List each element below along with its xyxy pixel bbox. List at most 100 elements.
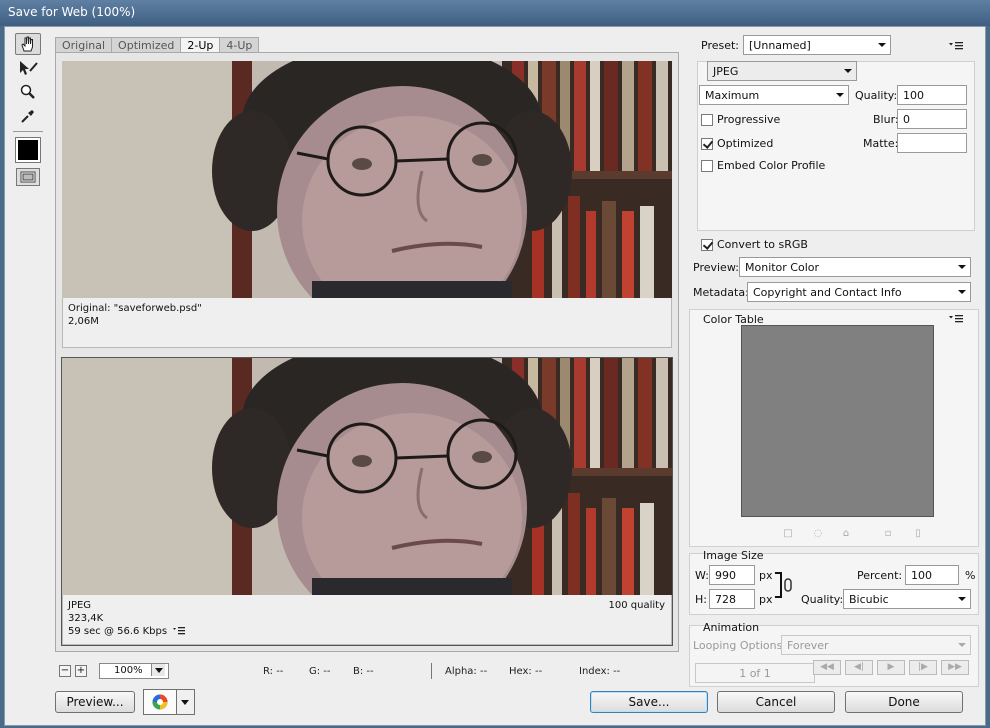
tab-optimized[interactable]: Optimized	[111, 37, 182, 52]
resample-quality-dropdown[interactable]: Bicubic	[843, 589, 971, 609]
looping-options-dropdown[interactable]: Forever	[781, 635, 971, 655]
preview-button[interactable]: Preview...	[55, 691, 135, 713]
browser-select-dropdown[interactable]	[177, 689, 195, 715]
preview-label: Preview:	[693, 261, 739, 274]
format-dropdown[interactable]: JPEG	[707, 61, 857, 81]
quality-label: Quality:	[855, 89, 898, 102]
download-speed-menu-icon[interactable]	[173, 627, 186, 635]
play-button[interactable]: ▶	[877, 660, 905, 675]
width-field[interactable]: 990	[709, 565, 755, 585]
portrait-photo	[62, 61, 672, 298]
quality-value: 100	[903, 89, 924, 102]
embed-color-profile-checkbox[interactable]: Embed Color Profile	[701, 159, 825, 172]
zoom-level-value: 100%	[114, 665, 143, 676]
tab-4-up[interactable]: 4-Up	[219, 37, 260, 52]
height-field[interactable]: 728	[709, 589, 755, 609]
save-for-web-dialog: Original Optimized 2-Up 4-Up Original: "…	[4, 26, 986, 726]
looping-options-label: Looping Options:	[693, 639, 787, 652]
optimized-image-preview[interactable]	[62, 358, 672, 595]
embed-color-profile-checkbox-box[interactable]	[701, 159, 713, 172]
toggle-slices-visibility-button[interactable]	[16, 168, 40, 186]
height-label: H:	[695, 593, 707, 606]
optimized-checkbox[interactable]: Optimized	[701, 137, 773, 150]
blur-field[interactable]: 0	[897, 109, 967, 129]
preview-color-value: Monitor Color	[745, 261, 820, 274]
color-table-swatches[interactable]	[741, 325, 934, 517]
percent-value: 100	[911, 569, 932, 582]
width-unit: px	[759, 569, 773, 582]
preview-in-browser-button[interactable]	[143, 689, 177, 715]
new-color-icon[interactable]: ▫	[883, 529, 893, 539]
readout-g: G: --	[309, 666, 331, 677]
frame-counter-value: 1 of 1	[739, 667, 771, 680]
preset-dropdown[interactable]: [Unnamed]	[743, 35, 891, 55]
optimized-quality: 100 quality	[608, 600, 665, 611]
metadata-dropdown[interactable]: Copyright and Contact Info	[747, 282, 971, 302]
cancel-button[interactable]: Cancel	[717, 691, 835, 713]
height-value: 728	[715, 593, 736, 606]
matte-dropdown[interactable]	[897, 133, 967, 153]
slice-select-tool[interactable]	[15, 57, 41, 79]
zoom-out-button[interactable]: −	[59, 665, 71, 677]
trash-icon[interactable]: ▯	[913, 529, 923, 539]
resample-quality-label: Quality:	[801, 593, 844, 606]
web-snap-icon[interactable]: ◌	[813, 529, 823, 539]
convert-to-srgb-checkbox-box[interactable]	[701, 238, 713, 251]
convert-to-srgb-checkbox[interactable]: Convert to sRGB	[701, 238, 808, 251]
zoom-level-dropdown[interactable]	[151, 664, 165, 676]
slice-select-tool-icon	[20, 61, 38, 75]
optimized-preview-pane[interactable]: JPEG 323,4K 59 sec @ 56.6 Kbps 100 quali…	[61, 357, 673, 646]
percent-label: Percent:	[857, 569, 903, 582]
previous-frame-button[interactable]: ◀|	[845, 660, 873, 675]
percent-unit: %	[965, 569, 976, 582]
blur-value: 0	[903, 113, 910, 126]
tab-original[interactable]: Original	[55, 37, 113, 52]
optimize-menu-icon[interactable]	[949, 42, 963, 50]
progressive-checkbox-box[interactable]	[701, 113, 713, 126]
chevron-down-icon	[958, 643, 966, 647]
metadata-label: Metadata:	[693, 286, 749, 299]
original-filename: Original: "saveforweb.psd"	[68, 303, 202, 314]
lock-color-icon[interactable]: ⌂	[841, 529, 851, 539]
quality-preset-dropdown[interactable]: Maximum	[699, 85, 849, 105]
first-frame-button[interactable]: ◀◀	[813, 660, 841, 675]
window-title: Save for Web (100%)	[8, 5, 136, 19]
chevron-down-icon	[958, 265, 966, 269]
chevron-down-icon	[844, 69, 852, 73]
original-preview-pane[interactable]: Original: "saveforweb.psd" 2,06M	[62, 61, 672, 348]
percent-field[interactable]: 100	[905, 565, 959, 585]
zoom-tool-icon	[20, 84, 35, 99]
optimized-checkbox-box[interactable]	[701, 137, 713, 150]
tab-2-up[interactable]: 2-Up	[180, 37, 221, 53]
eyedropper-tool[interactable]	[15, 105, 41, 127]
progressive-checkbox[interactable]: Progressive	[701, 113, 780, 126]
status-bar: − + 100% R: -- G: -- B: -- Alpha: -- Hex…	[55, 663, 679, 683]
chevron-down-icon	[958, 290, 966, 294]
zoom-tool[interactable]	[15, 81, 41, 103]
readout-alpha: Alpha: --	[445, 666, 488, 677]
zoom-in-button[interactable]: +	[75, 665, 87, 677]
map-to-transparent-icon[interactable]: □	[783, 529, 793, 539]
last-frame-button[interactable]: ▶▶	[941, 660, 969, 675]
blur-label: Blur:	[873, 113, 899, 126]
format-value: JPEG	[713, 65, 739, 78]
metadata-value: Copyright and Contact Info	[753, 286, 902, 299]
original-image-preview[interactable]	[62, 61, 672, 298]
toolbox	[13, 33, 49, 186]
color-table-menu-icon[interactable]	[949, 315, 963, 323]
next-frame-button[interactable]: |▶	[909, 660, 937, 675]
looping-options-value: Forever	[787, 639, 829, 652]
quality-field[interactable]: 100	[897, 85, 967, 105]
chevron-down-icon	[878, 43, 886, 47]
eyedropper-tool-icon	[21, 110, 34, 123]
save-button[interactable]: Save...	[590, 691, 708, 713]
constrain-proportions-link-icon[interactable]	[775, 571, 799, 599]
eyedropper-color-swatch[interactable]	[15, 137, 41, 163]
preview-color-dropdown[interactable]: Monitor Color	[739, 257, 971, 277]
height-unit: px	[759, 593, 773, 606]
done-button[interactable]: Done	[845, 691, 963, 713]
convert-to-srgb-label: Convert to sRGB	[717, 238, 808, 251]
readout-r: R: --	[263, 666, 284, 677]
cancel-button-label: Cancel	[755, 695, 797, 709]
hand-tool[interactable]	[15, 33, 41, 55]
